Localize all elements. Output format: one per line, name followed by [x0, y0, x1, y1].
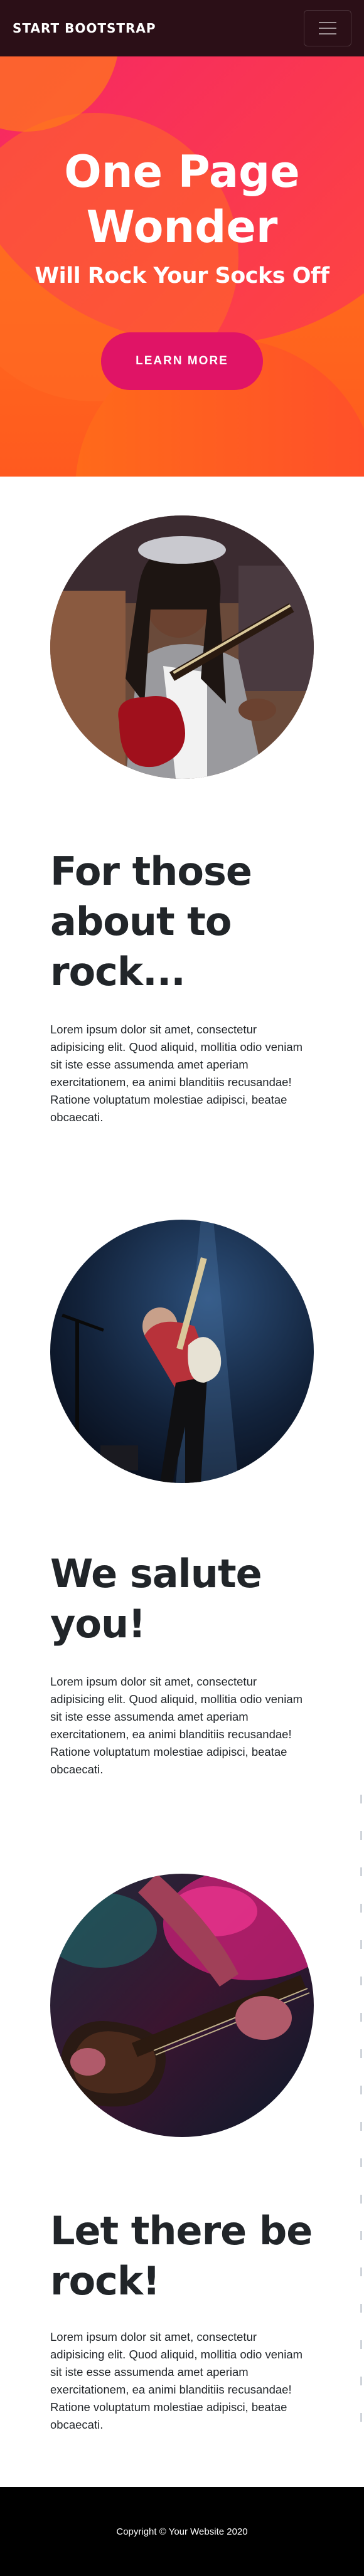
learn-more-button[interactable]: Learn More	[101, 332, 263, 390]
edge-mark	[360, 2267, 362, 2276]
edge-mark	[360, 1977, 362, 1985]
edge-mark	[360, 1940, 362, 1949]
brand-link[interactable]: Start Bootstrap	[13, 21, 156, 36]
section-title-line: rock!	[50, 2258, 160, 2304]
section-title-line: you!	[50, 1601, 146, 1647]
edge-mark	[360, 1795, 362, 1803]
edge-mark	[360, 2158, 362, 2167]
edge-mark	[360, 1867, 362, 1876]
guitar-closeup-photo	[50, 1874, 314, 2137]
footer: Copyright © Your Website 2020	[0, 2487, 364, 2576]
edge-mark	[360, 2304, 362, 2313]
hero-title-line: Wonder	[86, 201, 278, 253]
section-text: Lorem ipsum dolor sit amet, consectetur …	[50, 1023, 303, 1124]
edge-mark	[360, 2231, 362, 2240]
edge-mark	[360, 2195, 362, 2204]
edge-mark	[360, 2049, 362, 2058]
edge-mark	[360, 2013, 362, 2022]
edge-mark	[360, 2086, 362, 2094]
navbar: Start Bootstrap	[0, 0, 364, 56]
section-title-line: For those	[50, 848, 252, 894]
hero-title: One Page Wonder	[0, 144, 364, 255]
hero-title-line: One Page	[64, 146, 300, 198]
concert-guitarist-photo	[50, 1220, 314, 1483]
section-title: Let there be rock!	[50, 2206, 326, 2306]
section-title: For those about to rock...	[50, 847, 326, 997]
edge-mark	[360, 2122, 362, 2131]
section-text: Lorem ipsum dolor sit amet, consectetur …	[50, 2330, 303, 2431]
section-title-line: We salute	[50, 1551, 262, 1597]
edge-mark	[360, 2377, 362, 2385]
section-text: Lorem ipsum dolor sit amet, consectetur …	[50, 1675, 303, 1776]
hero-subtitle: Will Rock Your Socks Off	[35, 263, 329, 288]
section-title: We salute you!	[50, 1549, 326, 1649]
section-title-line: about to	[50, 899, 232, 944]
section-title-line: Let there be	[50, 2208, 313, 2254]
edge-mark	[360, 2413, 362, 2422]
hero-section: One Page Wonder Will Rock Your Socks Off…	[0, 56, 364, 477]
edge-mark	[360, 2340, 362, 2349]
guitarist-woman-photo	[50, 515, 314, 779]
hamburger-icon	[319, 22, 336, 34]
edge-mark	[360, 1904, 362, 1913]
navbar-toggler-button[interactable]	[304, 10, 351, 46]
edge-mark	[360, 1831, 362, 1840]
footer-copyright: Copyright © Your Website 2020	[116, 2526, 248, 2537]
section-title-line: rock...	[50, 949, 186, 995]
